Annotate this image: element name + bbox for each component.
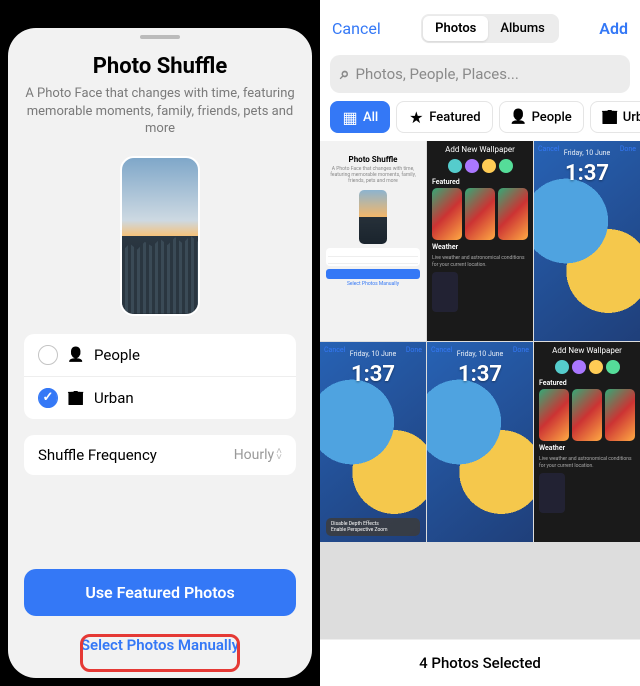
search-input[interactable]: Photos, People, Places... <box>330 55 630 93</box>
left-screen: Photo Shuffle A Photo Face that changes … <box>8 28 312 678</box>
thumb-mini <box>432 272 458 312</box>
building-icon <box>68 390 84 406</box>
category-people-row[interactable]: People <box>24 334 296 376</box>
left-phone: Photo Shuffle A Photo Face that changes … <box>0 0 320 686</box>
thumb-mini <box>539 473 565 513</box>
radio-checked-icon[interactable] <box>38 388 58 408</box>
photo-thumb[interactable]: Add New Wallpaper Featured Weather Live … <box>534 342 640 542</box>
search-placeholder: Photos, People, Places... <box>356 65 519 83</box>
chip-people[interactable]: People <box>499 101 584 133</box>
thumb-text: Live weather and astronomical conditions… <box>539 456 635 469</box>
shuffle-frequency-value: Hourly ˄˅ <box>234 447 282 463</box>
thumb-section-label: Featured <box>539 379 635 387</box>
preview-phone-icon <box>120 156 200 316</box>
shuffle-frequency-card: Shuffle Frequency Hourly ˄˅ <box>24 435 296 475</box>
filter-chips: All Featured People Urban <box>320 101 640 141</box>
add-button[interactable]: Add <box>599 19 628 38</box>
tab-photos[interactable]: Photos <box>423 16 488 41</box>
chip-urban[interactable]: Urban <box>590 101 640 133</box>
category-card: People Urban <box>24 334 296 419</box>
notch-pill <box>140 35 180 39</box>
thumb-link: Select Photos Manually <box>320 281 426 287</box>
thumb-title: Add New Wallpaper <box>427 145 533 154</box>
thumb-menu: Disable Depth Effects Enable Perspective… <box>326 518 420 536</box>
chip-icon <box>499 159 513 173</box>
chip-all[interactable]: All <box>330 101 390 133</box>
thumb-date: Friday, 10 June <box>564 149 611 157</box>
building-icon <box>602 109 618 125</box>
thumb-preview-icon <box>359 190 387 244</box>
chip-icon <box>448 159 462 173</box>
chip-icon <box>465 159 479 173</box>
photo-shuffle-header: Photo Shuffle A Photo Face that changes … <box>8 46 312 150</box>
star-icon <box>408 109 424 125</box>
spacer <box>8 483 312 563</box>
thumb-title: Photo Shuffle <box>320 155 426 164</box>
thumb-cards <box>432 188 528 240</box>
select-photos-manually-button[interactable]: Select Photos Manually <box>24 624 296 666</box>
updown-icon: ˄˅ <box>276 449 282 461</box>
person-icon <box>511 109 527 125</box>
thumb-chips <box>537 360 637 374</box>
thumb-clock: 1:37 <box>565 161 609 186</box>
photo-thumb[interactable]: CancelDone Friday, 10 June 1:37 <box>427 342 533 542</box>
person-icon <box>68 347 84 363</box>
photo-thumb[interactable]: CancelDone Friday, 10 June 1:37 Disable … <box>320 342 426 542</box>
thumb-clock: 1:37 <box>458 362 502 387</box>
chip-icon <box>589 360 603 374</box>
selection-footer: 4 Photos Selected <box>320 639 640 686</box>
thumb-title: Add New Wallpaper <box>534 346 640 355</box>
thumb-subtitle: A Photo Face that changes with time, fea… <box>320 164 426 186</box>
chip-icon <box>572 360 586 374</box>
shuffle-frequency-label: Shuffle Frequency <box>38 446 157 464</box>
thumb-button <box>326 269 420 279</box>
right-screen: Cancel Photos Albums Add Photos, People,… <box>320 0 640 686</box>
cancel-button[interactable]: Cancel <box>332 19 381 38</box>
photo-thumb[interactable]: CancelDone Friday, 10 June 1:37 <box>534 141 640 341</box>
segmented-control: Photos Albums <box>421 14 559 43</box>
thumb-section-label: Weather <box>539 444 635 452</box>
category-label: People <box>94 346 140 364</box>
thumb-rows <box>326 248 420 266</box>
tab-albums[interactable]: Albums <box>488 16 556 41</box>
thumb-text: Live weather and astronomical conditions… <box>432 255 528 268</box>
page-subtitle: A Photo Face that changes with time, fea… <box>24 85 296 138</box>
thumb-section-label: Featured <box>432 178 528 186</box>
chip-icon <box>606 360 620 374</box>
wallpaper-preview <box>8 150 312 326</box>
search-icon <box>340 64 350 84</box>
thumb-cards <box>539 389 635 441</box>
grid-icon <box>342 109 358 125</box>
thumb-chips <box>430 159 530 173</box>
category-label: Urban <box>94 389 134 407</box>
radio-unchecked-icon[interactable] <box>38 345 58 365</box>
chip-icon <box>555 360 569 374</box>
thumb-date: Friday, 10 June <box>457 350 504 358</box>
notch-bar <box>8 28 312 46</box>
chip-icon <box>482 159 496 173</box>
photo-thumb[interactable]: Add New Wallpaper Featured Weather Live … <box>427 141 533 341</box>
right-phone: Cancel Photos Albums Add Photos, People,… <box>320 0 640 686</box>
thumb-clock: 1:37 <box>351 362 395 387</box>
photo-grid: Photo Shuffle A Photo Face that changes … <box>320 141 640 639</box>
category-urban-row[interactable]: Urban <box>24 376 296 419</box>
chip-featured[interactable]: Featured <box>396 101 492 133</box>
thumb-section-label: Weather <box>432 243 528 251</box>
photo-thumb[interactable]: Photo Shuffle A Photo Face that changes … <box>320 141 426 341</box>
page-title: Photo Shuffle <box>24 54 296 79</box>
shuffle-frequency-row[interactable]: Shuffle Frequency Hourly ˄˅ <box>24 435 296 475</box>
thumb-date: Friday, 10 June <box>350 350 397 358</box>
navbar: Cancel Photos Albums Add <box>320 0 640 51</box>
use-featured-photos-button[interactable]: Use Featured Photos <box>24 569 296 616</box>
